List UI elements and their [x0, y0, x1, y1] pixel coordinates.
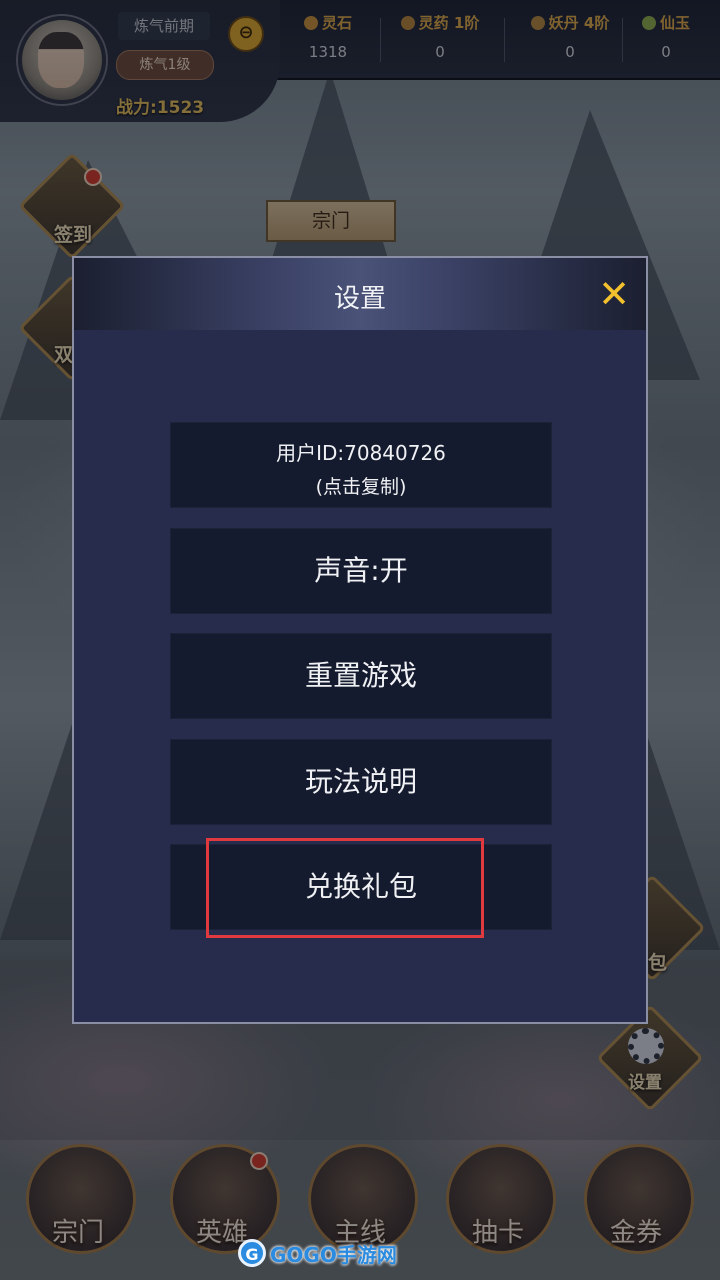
user-id-text: 用户ID:70840726	[276, 441, 446, 465]
highlight-box	[206, 838, 484, 938]
sound-toggle-button[interactable]: 声音:开	[170, 528, 552, 614]
watermark-logo: G	[238, 1239, 266, 1267]
watermark: G GOGO手游网	[238, 1238, 397, 1268]
copy-hint: (点击复制)	[315, 476, 407, 498]
user-id-button[interactable]: 用户ID:70840726 (点击复制)	[170, 422, 552, 508]
close-icon[interactable]: ✕	[594, 274, 634, 314]
guide-button[interactable]: 玩法说明	[170, 739, 552, 825]
dialog-title: 设置	[333, 284, 386, 314]
watermark-text: GOGO手游网	[270, 1242, 397, 1267]
reset-game-button[interactable]: 重置游戏	[170, 633, 552, 719]
